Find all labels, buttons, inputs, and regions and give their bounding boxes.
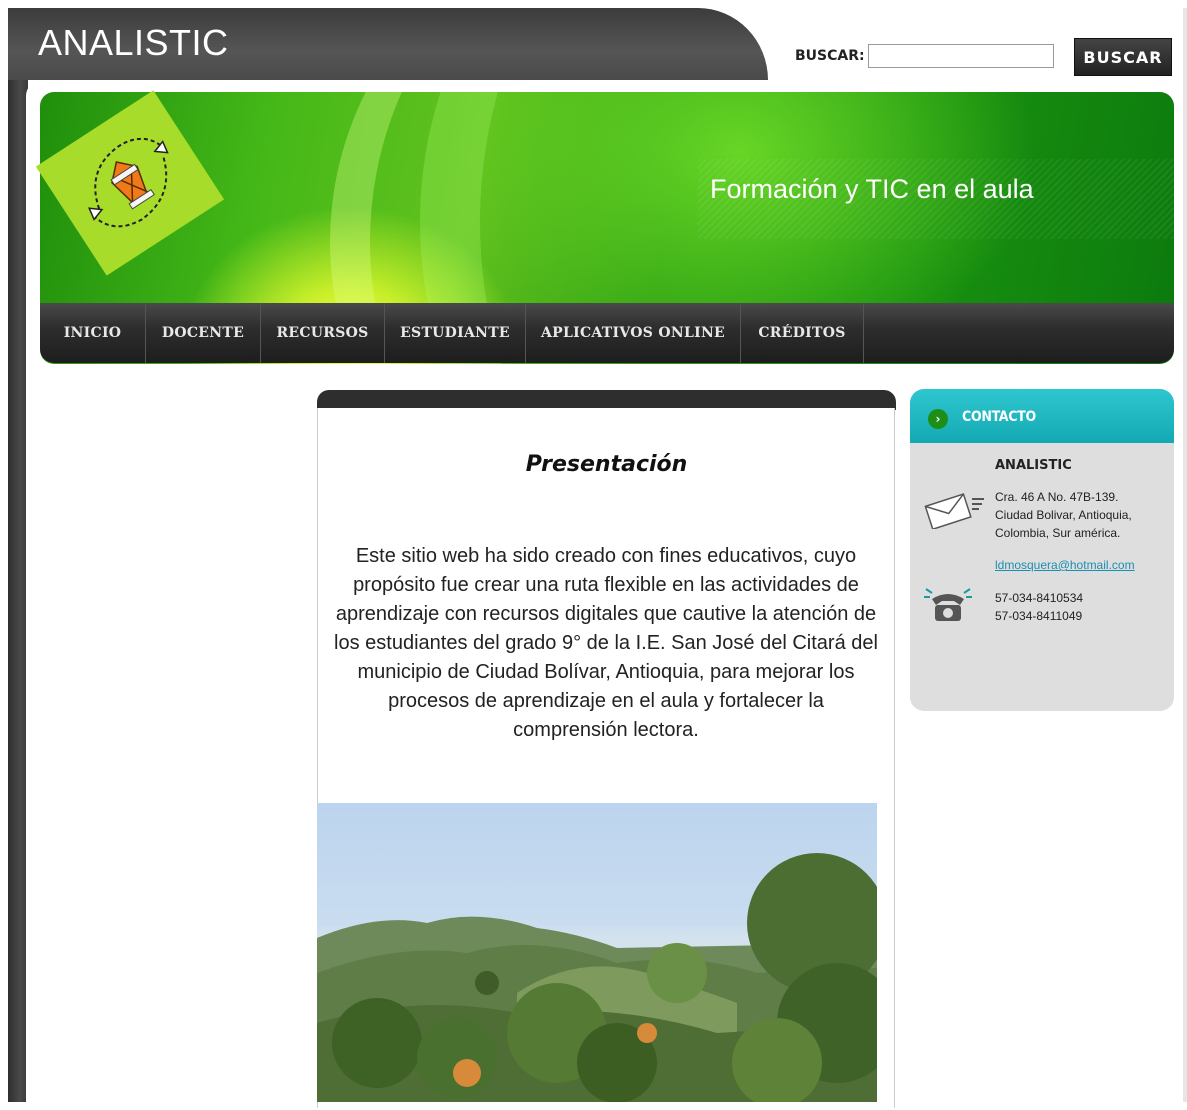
address-line: Cra. 46 A No. 47B-139. bbox=[995, 490, 1119, 504]
telephone-icon bbox=[924, 585, 972, 629]
address-line: Ciudad Bolivar, Antioquia, bbox=[995, 508, 1132, 522]
phone-number: 57-034-8410534 bbox=[995, 591, 1084, 605]
landscape-photo bbox=[317, 803, 877, 1102]
nav-item-creditos[interactable]: CRÉDITOS bbox=[741, 303, 864, 363]
nav-item-inicio[interactable]: INICIO bbox=[40, 303, 146, 363]
banner-tagline: Formación y TIC en el aula bbox=[710, 174, 1034, 204]
page-title: Presentación bbox=[525, 452, 688, 477]
contact-title: CONTACTO bbox=[962, 409, 1036, 425]
nav-item-docente[interactable]: DOCENTE bbox=[146, 303, 261, 363]
content-header-bar bbox=[317, 390, 896, 410]
contact-email-link[interactable]: ldmosquera@hotmail.com bbox=[995, 558, 1135, 572]
page-frame-left bbox=[8, 8, 28, 1102]
nav-item-estudiante[interactable]: ESTUDIANTE bbox=[385, 303, 526, 363]
contact-phones: 57-034-8410534 57-034-8411049 bbox=[995, 589, 1083, 625]
site-title[interactable]: ANALISTIC bbox=[38, 22, 229, 64]
main-navigation: INICIO DOCENTE RECURSOS ESTUDIANTE APLIC… bbox=[40, 303, 1174, 363]
contact-header bbox=[910, 389, 1174, 443]
nav-item-recursos[interactable]: RECURSOS bbox=[261, 303, 385, 363]
search-label: BUSCAR: bbox=[795, 48, 865, 64]
search-input[interactable] bbox=[868, 44, 1054, 68]
contact-panel: › CONTACTO ANALISTIC Cra. 46 A No. 47B-1… bbox=[910, 389, 1174, 711]
search-button[interactable]: BUSCAR bbox=[1074, 38, 1172, 76]
contact-name: ANALISTIC bbox=[995, 458, 1072, 473]
address-line: Colombia, Sur américa. bbox=[995, 526, 1121, 540]
chevron-right-icon: › bbox=[928, 409, 948, 429]
page-frame-right bbox=[1183, 8, 1187, 1102]
phone-number: 57-034-8411049 bbox=[995, 609, 1083, 623]
envelope-icon bbox=[922, 489, 986, 533]
presentation-paragraph: Este sitio web ha sido creado con fines … bbox=[334, 545, 878, 741]
contact-address: Cra. 46 A No. 47B-139. Ciudad Bolivar, A… bbox=[995, 488, 1167, 542]
nav-item-aplicativos-online[interactable]: APLICATIVOS ONLINE bbox=[526, 303, 741, 363]
